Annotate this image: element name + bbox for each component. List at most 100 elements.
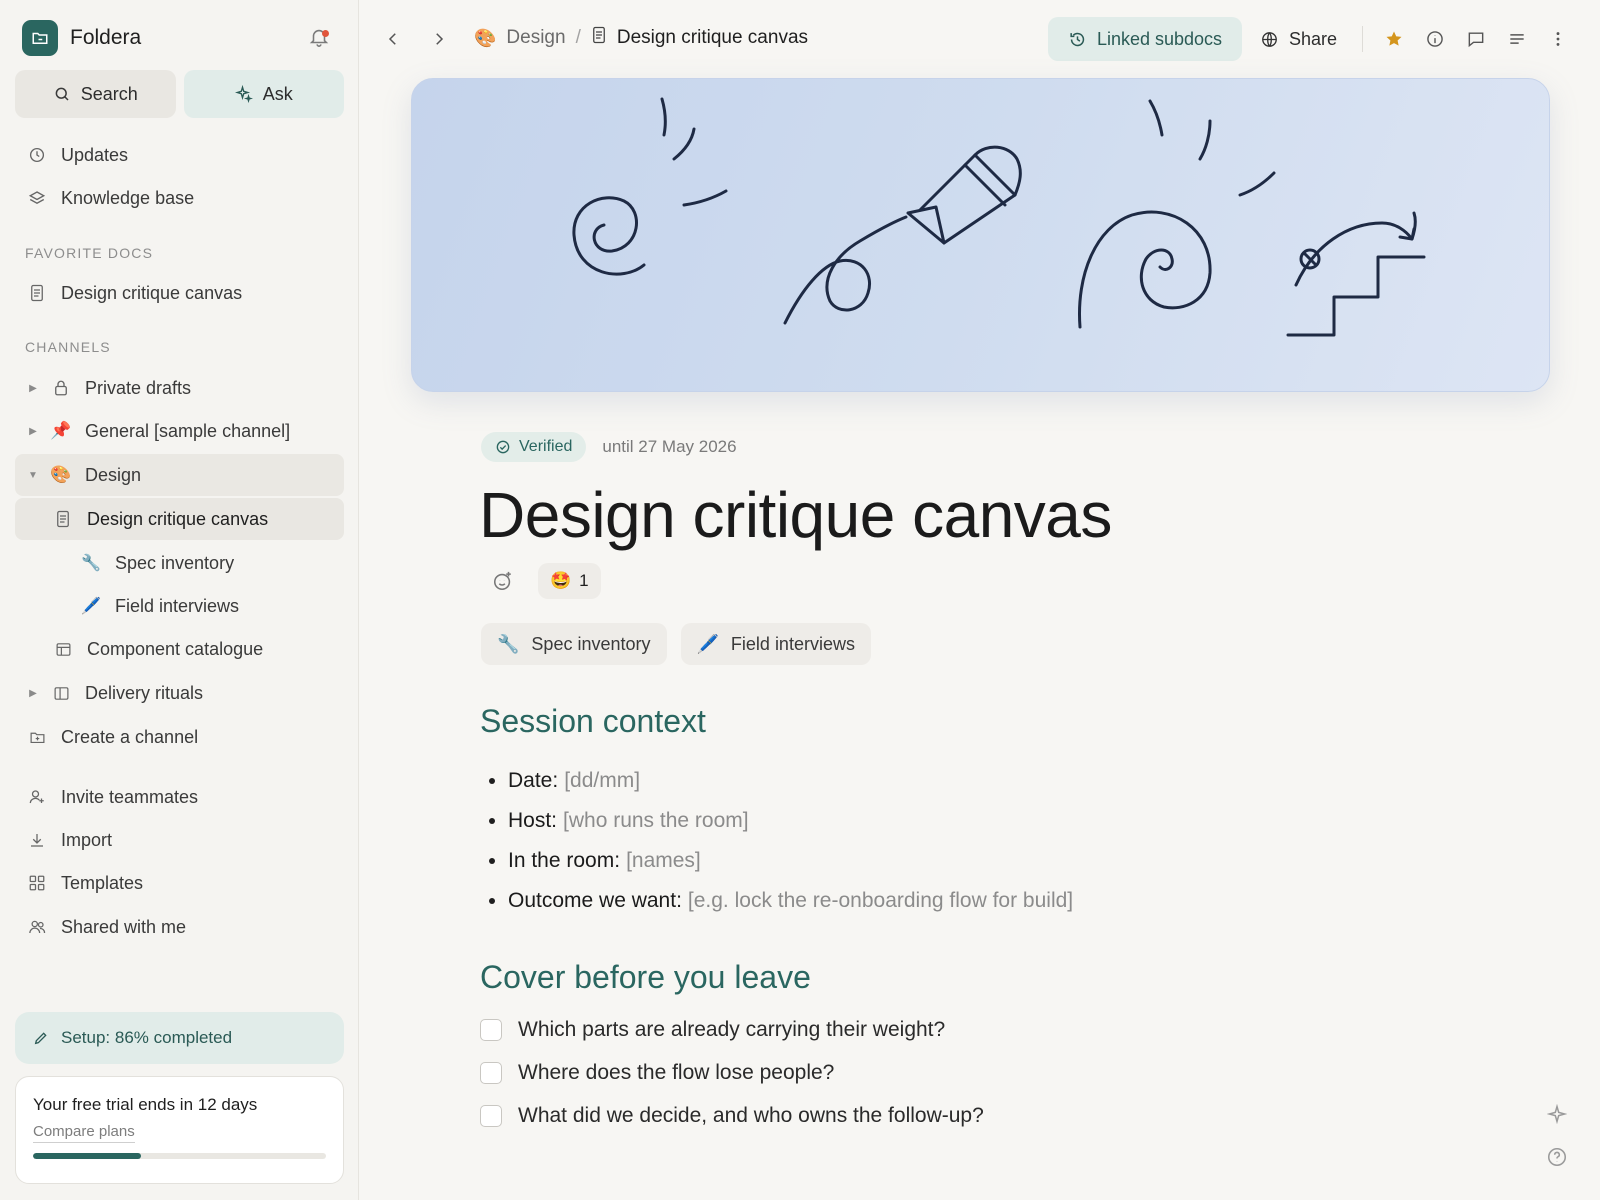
channels-section-label: CHANNELS xyxy=(25,339,111,355)
ai-sparkle-icon[interactable] xyxy=(1544,1101,1570,1127)
cover-image[interactable] xyxy=(411,78,1550,392)
table-icon xyxy=(53,639,73,659)
sidebar-doc-field-interviews[interactable]: 🖊️ Field interviews xyxy=(15,585,344,627)
sidebar-item-label: Delivery rituals xyxy=(85,682,204,703)
search-button[interactable]: Search xyxy=(15,70,176,118)
outline-icon[interactable] xyxy=(1505,27,1529,51)
search-icon xyxy=(55,87,69,101)
list-item[interactable]: Outcome we want: [e.g. lock the re-onboar… xyxy=(489,881,1073,921)
clock-icon xyxy=(27,145,47,165)
shared-with-me-button[interactable]: Shared with me xyxy=(15,906,344,948)
caret-right-icon[interactable]: ▶ xyxy=(27,688,39,699)
sidebar-doc-spec-inventory[interactable]: 🔧 Spec inventory xyxy=(15,542,344,584)
section-heading-cover-before-you-leave[interactable]: Cover before you leave xyxy=(480,959,811,996)
reaction-chip[interactable]: 🤩 1 xyxy=(538,563,601,599)
sidebar-item-label: Invite teammates xyxy=(61,786,199,807)
trial-progress-fill xyxy=(33,1153,142,1159)
verified-badge[interactable]: Verified xyxy=(481,432,587,462)
globe-icon xyxy=(1262,31,1277,47)
checklist-item: Which parts are already carrying their w… xyxy=(480,1008,984,1051)
list-item[interactable]: Host: [who runs the room] xyxy=(489,801,1073,841)
bullet-dot xyxy=(489,818,495,824)
verified-label: Verified xyxy=(519,438,573,455)
caret-right-icon[interactable]: ▶ xyxy=(27,426,39,437)
trial-title: Your free trial ends in 12 days xyxy=(33,1095,258,1114)
breadcrumb-channel[interactable]: Design xyxy=(506,27,565,49)
sidebar-item-label: Shared with me xyxy=(61,916,187,937)
templates-button[interactable]: Templates xyxy=(15,862,344,904)
notifications-bell-icon[interactable] xyxy=(308,26,332,50)
star-struck-emoji-icon: 🤩 xyxy=(550,571,572,590)
reactions-row: 🤩 1 xyxy=(488,563,601,599)
checklist-item-label[interactable]: Where does the flow lose people? xyxy=(518,1061,834,1085)
sidebar-channel-delivery-rituals[interactable]: ▶ Delivery rituals xyxy=(15,672,344,714)
info-icon[interactable] xyxy=(1423,27,1447,51)
sidebar-item-label: Design critique canvas xyxy=(87,508,269,529)
sidebar-item-updates[interactable]: Updates xyxy=(15,134,344,176)
workspace-name[interactable]: Foldera xyxy=(70,26,141,50)
sidebar-channel-general[interactable]: ▶ 📌 General [sample channel] xyxy=(15,410,344,452)
field-key: In the room: xyxy=(508,849,621,872)
subdoc-chip-field-interviews[interactable]: 🖊️ Field interviews xyxy=(680,623,871,665)
sidebar-item-label: Design xyxy=(85,464,142,485)
create-channel-button[interactable]: Create a channel xyxy=(15,716,344,758)
forward-button[interactable] xyxy=(426,26,452,52)
subdoc-chip-spec-inventory[interactable]: 🔧 Spec inventory xyxy=(481,623,667,665)
sidebar-item-label: Updates xyxy=(61,144,129,165)
sidebar-item-knowledge-base[interactable]: Knowledge base xyxy=(15,177,344,219)
document-icon xyxy=(53,509,73,529)
invite-teammates-button[interactable]: Invite teammates xyxy=(15,776,344,818)
ask-button-label: Ask xyxy=(262,83,293,104)
checkbox[interactable] xyxy=(480,1104,502,1127)
help-icon[interactable] xyxy=(1544,1144,1570,1170)
pen-emoji-icon: 🖊️ xyxy=(696,633,719,654)
sidebar-favorite-design-critique[interactable]: Design critique canvas xyxy=(15,272,344,314)
ask-button[interactable]: Ask xyxy=(183,70,344,118)
reaction-count: 1 xyxy=(579,571,589,590)
more-options-icon[interactable] xyxy=(1546,27,1570,51)
sidebar-item-label: Spec inventory xyxy=(115,552,235,573)
caret-right-icon[interactable]: ▶ xyxy=(27,383,39,394)
sidebar-doc-design-critique-canvas[interactable]: Design critique canvas xyxy=(15,498,344,540)
checkbox[interactable] xyxy=(480,1018,502,1041)
subdoc-links: 🔧 Spec inventory 🖊️ Field interviews xyxy=(481,623,871,665)
sidebar-channel-private-drafts[interactable]: ▶ Private drafts xyxy=(15,367,344,409)
sidebar-actions: Search Ask xyxy=(15,70,344,118)
section-heading-session-context[interactable]: Session context xyxy=(480,703,706,740)
caret-down-icon[interactable]: ▼ xyxy=(27,470,39,481)
sidebar-item-label: Create a channel xyxy=(61,726,199,747)
compare-plans-link[interactable]: Compare plans xyxy=(33,1123,135,1143)
linked-subdocs-button[interactable]: Linked subdocs xyxy=(1048,17,1242,61)
sidebar-item-label: General [sample channel] xyxy=(85,420,291,441)
share-label: Share xyxy=(1289,28,1338,49)
checklist-item-label[interactable]: What did we decide, and who owns the fol… xyxy=(518,1104,984,1128)
workspace-logo-icon[interactable] xyxy=(22,20,58,56)
checklist-item-label[interactable]: Which parts are already carrying their w… xyxy=(518,1018,945,1042)
breadcrumb-doc[interactable]: Design critique canvas xyxy=(617,27,808,49)
back-button[interactable] xyxy=(380,26,406,52)
columns-icon xyxy=(51,683,71,703)
page-title[interactable]: Design critique canvas xyxy=(479,478,1112,552)
comment-icon[interactable] xyxy=(1464,27,1488,51)
checkbox[interactable] xyxy=(480,1061,502,1084)
workspace-header: Foldera xyxy=(22,20,336,56)
setup-progress-label: Setup: 86% completed xyxy=(61,1028,233,1047)
share-button[interactable]: Share xyxy=(1260,17,1337,61)
list-item[interactable]: In the room: [names] xyxy=(489,841,1073,881)
sidebar-channel-design[interactable]: ▼ 🎨 Design xyxy=(15,454,344,496)
checklist-item: What did we decide, and who owns the fol… xyxy=(480,1094,984,1137)
sidebar-item-label: Component catalogue xyxy=(87,638,264,659)
list-item[interactable]: Date: [dd/mm] xyxy=(489,761,1073,801)
notification-dot xyxy=(322,30,329,37)
sparkle-icon xyxy=(234,85,253,103)
grid-icon xyxy=(27,873,47,893)
add-reaction-icon[interactable] xyxy=(488,566,518,596)
layers-icon xyxy=(27,188,47,208)
import-button[interactable]: Import xyxy=(15,819,344,861)
star-icon[interactable] xyxy=(1382,27,1406,51)
verification-row: Verified until 27 May 2026 xyxy=(481,432,737,462)
field-placeholder: [dd/mm] xyxy=(564,769,641,792)
sidebar-doc-component-catalogue[interactable]: Component catalogue xyxy=(15,628,344,670)
setup-progress-button[interactable]: Setup: 86% completed xyxy=(15,1012,344,1064)
trial-progress-bar xyxy=(33,1153,326,1159)
